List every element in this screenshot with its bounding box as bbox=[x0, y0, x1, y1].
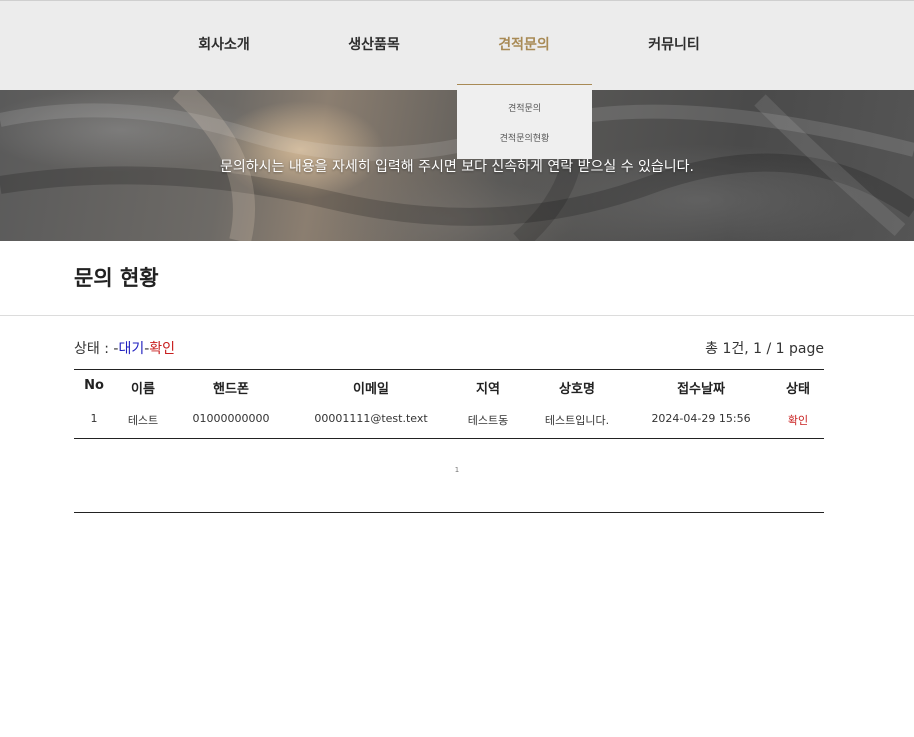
nav-item-estimate[interactable]: 견적문의 bbox=[449, 1, 599, 90]
divider bbox=[0, 315, 914, 316]
nav-item-community[interactable]: 커뮤니티 bbox=[599, 1, 749, 90]
pagination-page-1[interactable]: 1 bbox=[450, 466, 464, 474]
table-top-border bbox=[74, 369, 824, 370]
table-header-no: No bbox=[84, 378, 104, 393]
cell-name[interactable]: 테스트 bbox=[114, 412, 172, 428]
estimate-submenu: 견적문의 견적문의현황 bbox=[457, 84, 592, 159]
status-legend: 상태 : -대기-확인 bbox=[74, 338, 175, 358]
cell-status: 확인 bbox=[787, 414, 809, 427]
page-title: 문의 현황 bbox=[74, 266, 159, 290]
table-header-email: 이메일 bbox=[353, 382, 389, 397]
table-header-company: 상호명 bbox=[559, 382, 595, 397]
nav-item-company[interactable]: 회사소개 bbox=[149, 1, 299, 90]
cell-region: 테스트동 bbox=[467, 414, 509, 427]
cell-company: 테스트입니다. bbox=[544, 414, 610, 427]
nav-item-products[interactable]: 생산품목 bbox=[299, 1, 449, 90]
cell-phone: 01000000000 bbox=[192, 412, 270, 425]
list-bottom-border bbox=[74, 512, 824, 513]
table-header-status: 상태 bbox=[786, 382, 810, 397]
cell-email: 00001111@test.text bbox=[314, 412, 428, 425]
table-bottom-border bbox=[74, 438, 824, 439]
status-legend-wait: 대기 bbox=[118, 341, 145, 357]
submenu-item-estimate-status[interactable]: 견적문의현황 bbox=[457, 131, 592, 144]
cell-no: 1 bbox=[90, 412, 98, 425]
table-header-region: 지역 bbox=[476, 382, 500, 397]
table-header-date: 접수날짜 bbox=[677, 382, 725, 397]
total-count: 총 1건, 1 / 1 page bbox=[705, 341, 824, 357]
status-legend-prefix: 상태 : bbox=[74, 341, 114, 357]
table-header-name: 이름 bbox=[131, 382, 155, 397]
status-legend-ok: 확인 bbox=[149, 341, 176, 357]
hero-text: 문의하시는 내용을 자세히 입력해 주시면 보다 신속하게 연락 받으실 수 있… bbox=[220, 159, 694, 175]
submenu-item-estimate[interactable]: 견적문의 bbox=[457, 101, 592, 114]
cell-date: 2024-04-29 15:56 bbox=[651, 412, 751, 425]
top-navigation: 회사소개 생산품목 견적문의 커뮤니티 bbox=[0, 0, 914, 90]
table-header-phone: 핸드폰 bbox=[213, 382, 249, 397]
